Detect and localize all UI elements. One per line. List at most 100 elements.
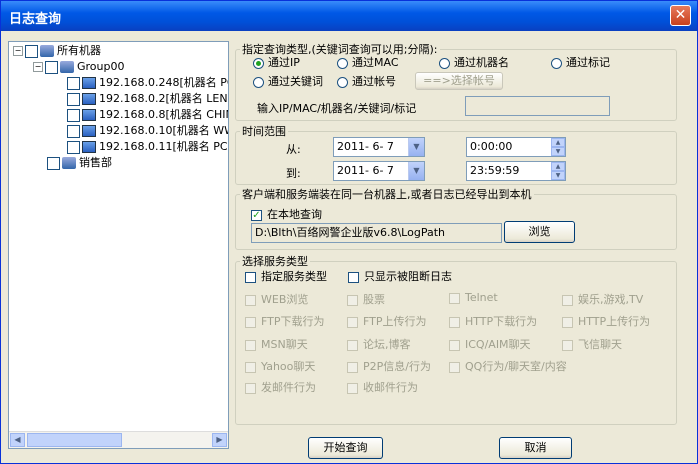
scroll-left-icon[interactable]: ◀ — [10, 433, 25, 447]
checkbox-icon[interactable] — [245, 361, 256, 373]
spin-down-icon[interactable]: ▼ — [551, 171, 565, 180]
service-option[interactable]: 论坛,博客 — [347, 336, 411, 352]
to-time-value: 23:59:59 — [470, 164, 520, 177]
tree-checkbox[interactable] — [67, 76, 80, 90]
tree-checkbox[interactable] — [47, 156, 60, 170]
service-option[interactable]: HTTP下载行为 — [449, 313, 537, 329]
spin-up-icon[interactable]: ▲ — [551, 162, 565, 171]
from-time-input[interactable]: 0:00:00 ▲ ▼ — [466, 137, 566, 157]
radio-by-ip[interactable]: 通过IP — [253, 54, 300, 70]
radio-icon[interactable] — [551, 57, 562, 69]
log-path-field[interactable]: D:\Blth\百络网警企业版v6.8\LogPath — [251, 223, 502, 243]
radio-by-name[interactable]: 通过机器名 — [439, 54, 509, 70]
radio-icon[interactable] — [337, 57, 348, 69]
checkbox-icon[interactable] — [347, 294, 358, 306]
radio-icon[interactable] — [439, 57, 450, 69]
machine-tree[interactable]: − 所有机器 − Group00 192.168.0.248[机器名 PC 192.… — [8, 41, 229, 449]
service-option[interactable]: Yahoo聊天 — [245, 358, 315, 374]
service-option[interactable]: 飞信聊天 — [562, 336, 622, 352]
service-option-label: Yahoo聊天 — [261, 360, 316, 373]
checkbox-icon[interactable] — [562, 316, 573, 328]
tree-horizontal-scrollbar[interactable]: ◀ ▶ — [9, 431, 228, 448]
service-option[interactable]: FTP下载行为 — [245, 313, 325, 329]
checkbox-icon[interactable] — [245, 382, 256, 394]
service-option[interactable]: Telnet — [449, 291, 498, 304]
tree-checkbox[interactable] — [45, 60, 58, 74]
service-option[interactable]: FTP上传行为 — [347, 313, 427, 329]
radio-icon[interactable] — [253, 57, 264, 69]
tree-machine[interactable]: 192.168.0.8[机器名 CHIN — [67, 107, 228, 123]
tree-checkbox[interactable] — [67, 140, 80, 154]
service-type-legend: 选择服务类型 — [242, 255, 308, 268]
checkbox-icon[interactable] — [347, 382, 358, 394]
checkbox-icon[interactable] — [347, 361, 358, 373]
to-date-value: 2011- 6- 7 — [337, 164, 394, 177]
tree-machine[interactable]: 192.168.0.2[机器名 LENC — [67, 91, 228, 107]
tree-machine[interactable]: 192.168.0.10[机器名 WW — [67, 123, 228, 139]
close-icon[interactable]: ✕ — [670, 5, 691, 26]
specify-service-checkbox[interactable]: 指定服务类型 — [245, 268, 327, 284]
cancel-button[interactable]: 取消 — [499, 437, 572, 459]
radio-icon[interactable] — [253, 76, 264, 88]
tree-machine[interactable]: 192.168.0.248[机器名 PC — [67, 75, 228, 91]
checkbox-icon[interactable] — [449, 292, 460, 304]
tree-checkbox[interactable] — [25, 44, 38, 58]
query-input[interactable] — [465, 96, 610, 116]
checkbox-icon[interactable] — [245, 271, 256, 283]
tree-checkbox[interactable] — [67, 124, 80, 138]
spin-up-icon[interactable]: ▲ — [551, 138, 565, 147]
spin-down-icon[interactable]: ▼ — [551, 147, 565, 156]
radio-by-account[interactable]: 通过帐号 — [337, 73, 396, 89]
service-option[interactable]: ICQ/AIM聊天 — [449, 336, 531, 352]
collapse-icon[interactable]: − — [33, 62, 43, 72]
radio-by-tag[interactable]: 通过标记 — [551, 54, 610, 70]
tree-checkbox[interactable] — [67, 108, 80, 122]
scroll-right-icon[interactable]: ▶ — [212, 433, 227, 447]
checkbox-icon[interactable]: ✓ — [251, 209, 262, 221]
service-option[interactable]: P2P信息/行为 — [347, 358, 431, 374]
service-option[interactable]: QQ行为/聊天室/内容 — [449, 358, 567, 374]
checkbox-icon[interactable] — [449, 339, 460, 351]
service-option[interactable]: MSN聊天 — [245, 336, 308, 352]
service-option[interactable]: 股票 — [347, 291, 385, 307]
from-date-picker[interactable]: 2011- 6- 7 ▼ — [333, 137, 425, 157]
checkbox-icon[interactable] — [348, 271, 359, 283]
checkbox-icon[interactable] — [245, 294, 256, 306]
checkbox-icon[interactable] — [245, 316, 256, 328]
start-query-button[interactable]: 开始查询 — [308, 437, 383, 459]
checkbox-icon[interactable] — [449, 316, 460, 328]
service-option[interactable]: WEB浏览 — [245, 291, 308, 307]
to-time-input[interactable]: 23:59:59 ▲ ▼ — [466, 161, 566, 181]
checkbox-label: 只显示被阻断日志 — [364, 270, 452, 283]
browse-button[interactable]: 浏览 — [504, 221, 575, 243]
tree-machine[interactable]: 192.168.0.11[机器名 PC- — [67, 139, 228, 155]
chevron-down-icon[interactable]: ▼ — [408, 138, 424, 156]
tree-group-sales[interactable]: 销售部 — [47, 155, 112, 171]
chevron-down-icon[interactable]: ▼ — [408, 162, 424, 180]
checkbox-icon[interactable] — [347, 339, 358, 351]
checkbox-icon[interactable] — [562, 339, 573, 351]
select-account-button[interactable]: ==>选择帐号 — [415, 72, 503, 90]
tree-root[interactable]: − 所有机器 — [13, 43, 101, 59]
computer-icon — [82, 125, 96, 137]
radio-by-mac[interactable]: 通过MAC — [337, 54, 399, 70]
service-option[interactable]: 收邮件行为 — [347, 379, 418, 395]
local-query-checkbox[interactable]: ✓ 在本地查询 — [251, 206, 322, 222]
to-date-picker[interactable]: 2011- 6- 7 ▼ — [333, 161, 425, 181]
to-label: 到: — [286, 167, 301, 180]
radio-by-keyword[interactable]: 通过关键词 — [253, 73, 323, 89]
service-option[interactable]: 发邮件行为 — [245, 379, 316, 395]
checkbox-icon[interactable] — [449, 361, 460, 373]
checkbox-icon[interactable] — [347, 316, 358, 328]
service-option[interactable]: 娱乐,游戏,TV — [562, 291, 643, 307]
service-option[interactable]: HTTP上传行为 — [562, 313, 650, 329]
radio-icon[interactable] — [337, 76, 348, 88]
from-label: 从: — [286, 143, 301, 156]
checkbox-icon[interactable] — [562, 294, 573, 306]
collapse-icon[interactable]: − — [13, 46, 23, 56]
tree-group-group00[interactable]: − Group00 — [33, 59, 125, 75]
checkbox-icon[interactable] — [245, 339, 256, 351]
tree-checkbox[interactable] — [67, 92, 80, 106]
scroll-thumb[interactable] — [27, 433, 122, 447]
blocked-only-checkbox[interactable]: 只显示被阻断日志 — [348, 268, 452, 284]
